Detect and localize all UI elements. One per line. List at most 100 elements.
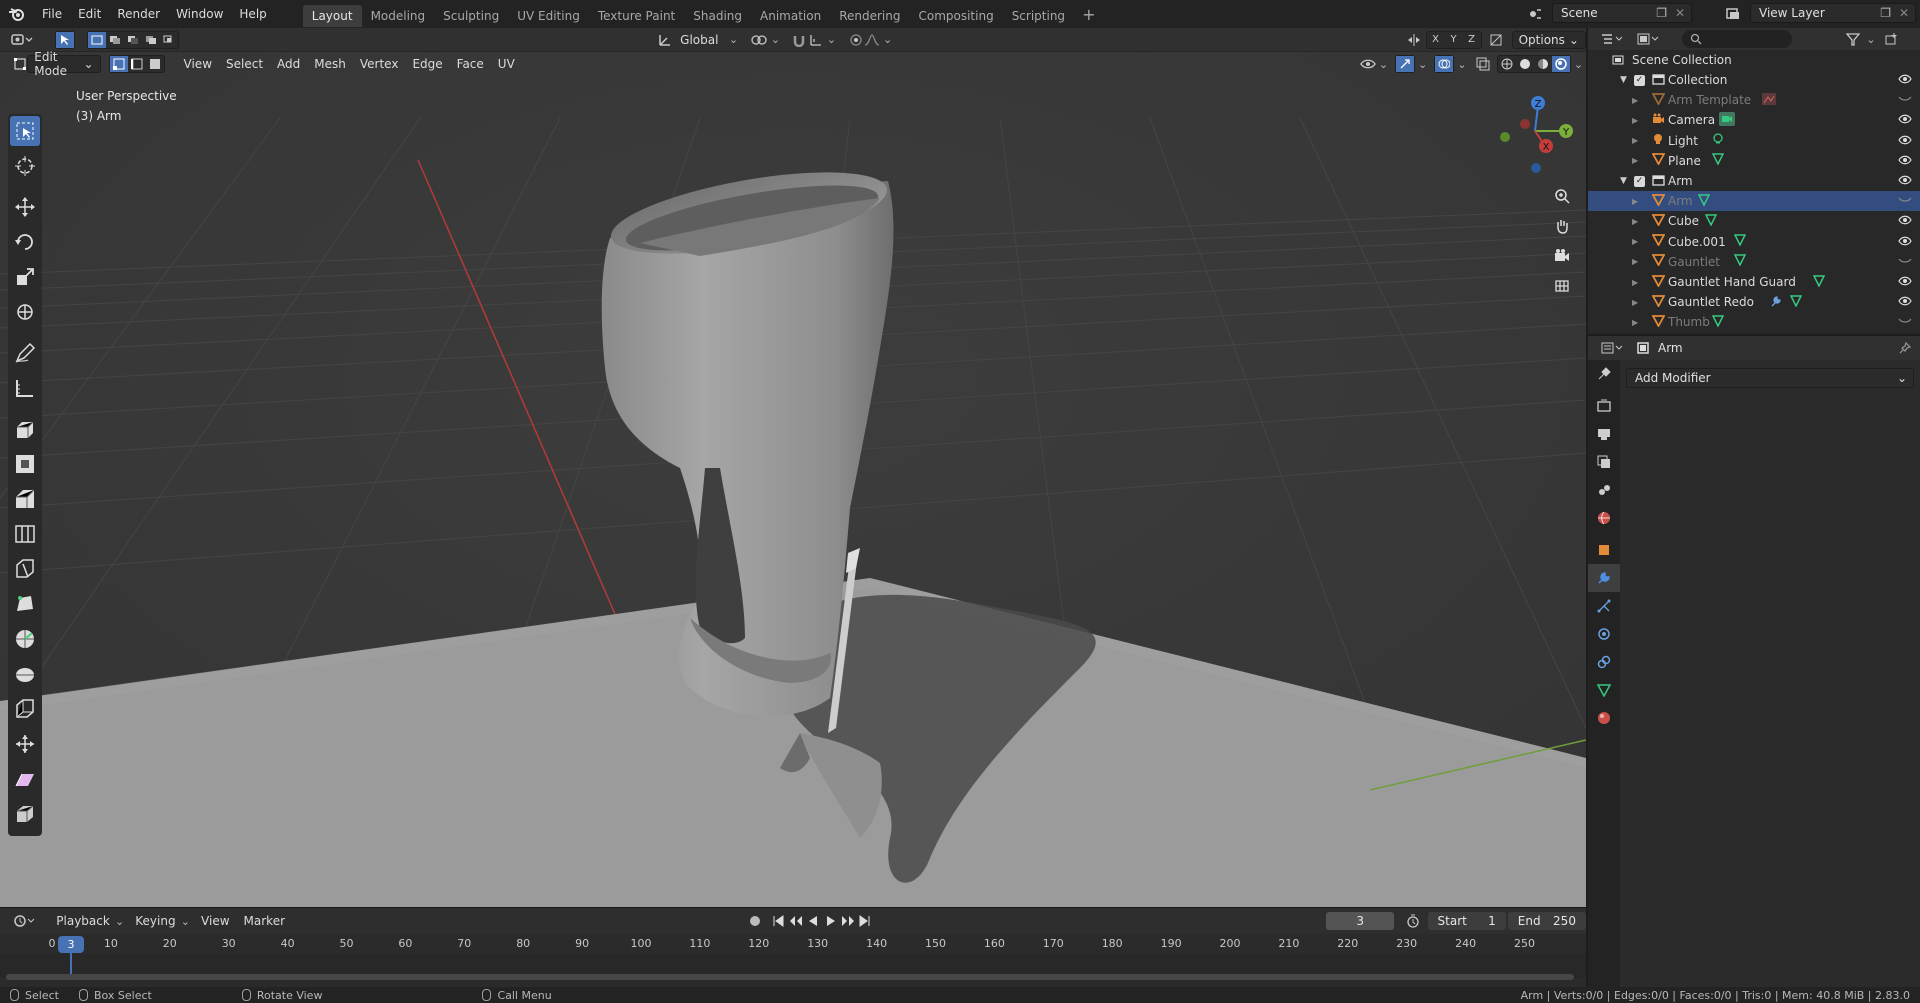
spin-tool[interactable] (10, 624, 40, 654)
outliner-editor-type-icon[interactable] (1598, 30, 1626, 48)
menu-help[interactable]: Help (231, 0, 274, 28)
outliner-object-row[interactable]: ▶ Gauntlet (1588, 252, 1920, 272)
eye-icon[interactable] (1898, 295, 1912, 309)
mode-dropdown[interactable]: Edit Mode ⌄ (27, 50, 101, 78)
outliner-scene-collection[interactable]: Scene Collection (1588, 50, 1920, 70)
constraints-tab-icon[interactable] (1588, 648, 1620, 676)
eye-icon[interactable] (1898, 174, 1912, 188)
tab-texture-paint[interactable]: Texture Paint (589, 5, 684, 27)
world-tab-icon[interactable] (1588, 504, 1620, 532)
shrink-fatten-tool[interactable] (10, 729, 40, 759)
tab-scripting[interactable]: Scripting (1003, 5, 1074, 27)
add-workspace-button[interactable]: + (1074, 5, 1103, 24)
tab-modeling[interactable]: Modeling (362, 5, 435, 27)
outliner-object-row[interactable]: ▶ Plane (1588, 151, 1920, 171)
outliner-search-input[interactable] (1682, 30, 1792, 48)
eye-icon[interactable] (1898, 73, 1912, 87)
timeline-ruler[interactable]: 0 10 20 30 40 50 60 70 80 90 100 110 120 130 140 150 160… (0, 934, 1586, 954)
expand-arrow-icon[interactable]: ▶ (1632, 96, 1638, 105)
menu-face[interactable]: Face (450, 54, 491, 74)
light-data-icon[interactable] (1712, 133, 1724, 148)
solid-shading-icon[interactable] (1516, 56, 1534, 72)
outliner-collection-row[interactable]: ▼ ✓ Arm (1588, 171, 1920, 191)
mirror-x-button[interactable]: X (1427, 32, 1445, 48)
chevron-down-icon[interactable]: ⌄ (111, 912, 128, 930)
menu-edge[interactable]: Edge (405, 54, 449, 74)
outliner-object-row[interactable]: ▶ Thumb (1588, 312, 1920, 332)
editor-type-icon[interactable] (10, 31, 33, 49)
menu-render[interactable]: Render (109, 0, 168, 28)
edge-slide-tool[interactable] (10, 694, 40, 724)
select-box-tool[interactable] (10, 116, 40, 146)
shear-tool[interactable] (10, 764, 40, 794)
tab-rendering[interactable]: Rendering (830, 5, 909, 27)
transform-tool[interactable] (10, 297, 40, 327)
chevron-down-icon[interactable]: ⌄ (1862, 30, 1880, 48)
chevron-down-icon[interactable]: ⌄ (767, 31, 783, 49)
chevron-down-icon[interactable]: ⌄ (1571, 55, 1586, 73)
menu-window[interactable]: Window (168, 0, 231, 28)
mesh-data-icon[interactable] (1812, 274, 1826, 290)
face-select-icon[interactable] (146, 56, 164, 72)
stopwatch-icon[interactable] (1404, 912, 1421, 930)
falloff-curve-icon[interactable] (864, 31, 880, 49)
eye-closed-icon[interactable] (1898, 194, 1912, 208)
eye-icon[interactable] (1898, 275, 1912, 289)
expand-arrow-icon[interactable]: ▶ (1632, 237, 1638, 246)
gizmo-toggle[interactable] (1395, 55, 1416, 73)
outliner-collection-row[interactable]: ▼ ✓ Collection (1588, 70, 1920, 90)
expand-arrow-icon[interactable]: ▶ (1632, 116, 1638, 125)
outliner-object-row[interactable]: ▶ Camera (1588, 110, 1920, 130)
copy-view-layer-icon[interactable]: ❐ (1880, 6, 1891, 20)
new-collection-icon[interactable] (1882, 30, 1900, 48)
mesh-data-icon[interactable] (1711, 153, 1725, 168)
menu-mesh[interactable]: Mesh (307, 54, 353, 74)
mirror-y-button[interactable]: Y (1445, 32, 1463, 48)
tab-layout[interactable]: Layout (302, 4, 362, 27)
start-frame-field[interactable]: Start 1 (1427, 912, 1506, 930)
eye-icon[interactable] (1898, 134, 1912, 148)
gizmo-neg-y-handle[interactable] (1500, 132, 1510, 142)
play-icon[interactable] (822, 912, 839, 930)
jump-to-start-icon[interactable] (769, 912, 786, 930)
gizmo-neg-z-handle[interactable] (1531, 163, 1541, 173)
outliner-object-row[interactable]: ▶ Light (1588, 131, 1920, 151)
expand-arrow-icon[interactable]: ▶ (1632, 197, 1638, 206)
expand-arrow-icon[interactable]: ▶ (1632, 298, 1638, 307)
select-tool-toggle[interactable] (55, 30, 76, 49)
mesh-data-icon[interactable] (1711, 315, 1725, 330)
chevron-down-icon[interactable]: ⌄ (725, 31, 741, 49)
exclude-checkbox[interactable]: ✓ (1634, 175, 1645, 187)
jump-to-end-icon[interactable] (857, 912, 874, 930)
extend-selection-icon[interactable] (106, 32, 124, 48)
menu-timeline-view[interactable]: View (194, 911, 236, 931)
outliner-object-row[interactable]: ▶ Arm Template (1588, 90, 1920, 110)
mirror-z-button[interactable]: Z (1463, 32, 1481, 48)
output-tab-icon[interactable] (1588, 420, 1620, 448)
menu-edit[interactable]: Edit (70, 0, 109, 28)
edge-select-icon[interactable] (128, 56, 146, 72)
viewport-scene[interactable] (0, 28, 1586, 907)
mirror-options-icon[interactable] (1406, 31, 1422, 49)
cursor-arrow-icon[interactable] (56, 31, 75, 48)
options-dropdown[interactable]: Options ⌄ (1511, 30, 1586, 49)
cursor-tool[interactable] (10, 151, 40, 181)
3d-viewport[interactable]: Global ⌄ ⌄ ⌄ ⌄ X Y Z Options ⌄ Edit Mode… (0, 28, 1586, 907)
end-frame-field[interactable]: End 250 (1507, 912, 1586, 930)
data-tab-icon[interactable] (1588, 676, 1620, 704)
transform-orientation-icon[interactable] (657, 31, 673, 49)
annotate-tool[interactable] (10, 338, 40, 368)
tab-compositing[interactable]: Compositing (909, 5, 1002, 27)
render-tab-icon[interactable] (1588, 392, 1620, 420)
mesh-data-icon[interactable] (1733, 254, 1746, 269)
menu-vertex[interactable]: Vertex (353, 54, 406, 74)
tab-shading[interactable]: Shading (684, 5, 751, 27)
playhead-marker[interactable]: 3 (58, 936, 84, 953)
rotate-tool[interactable] (10, 227, 40, 257)
auto-merge-icon[interactable] (1488, 31, 1504, 49)
camera-view-icon[interactable] (1548, 242, 1576, 270)
display-mode-icon[interactable] (1634, 30, 1662, 48)
exclude-checkbox[interactable]: ✓ (1634, 74, 1645, 86)
outliner-object-row[interactable]: ▶ Gauntlet Hand Guard (1588, 272, 1920, 292)
modifiers-tab-icon[interactable] (1588, 564, 1620, 592)
